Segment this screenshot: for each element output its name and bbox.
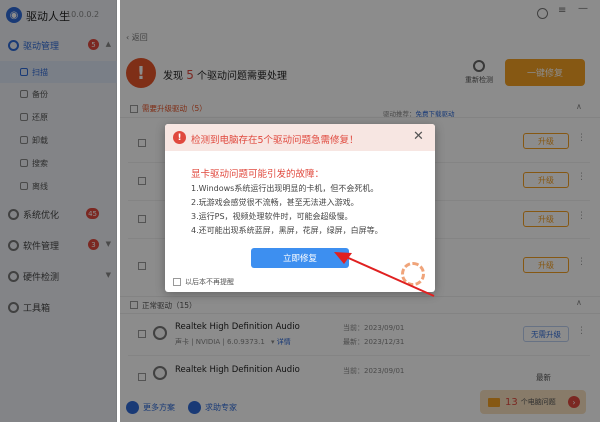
dialog-title: 检测到电脑存在5个驱动问题急需修复！ [191, 135, 359, 146]
annotation-arrow-icon [334, 252, 435, 297]
close-icon[interactable]: ✕ [413, 129, 424, 144]
sidebar-overlay [0, 0, 117, 422]
issue-line: 4.还可能出现系统蓝屏，黑屏，花屏，绿屏，白屏等。 [191, 226, 383, 235]
alert-icon: ! [173, 131, 186, 144]
issue-line: 3.运行PS，视频处理软件时，可能会超级慢。 [191, 212, 353, 221]
dont-remind-label: 以后本不再提醒 [185, 278, 234, 286]
dialog-subtitle: 显卡驱动问题可能引发的故障： [191, 169, 325, 180]
dont-remind-checkbox[interactable] [173, 278, 181, 286]
issue-line: 1.Windows系统运行出现明显的卡机，但不会死机。 [191, 184, 379, 193]
issue-line: 2.玩游戏会感觉很不流畅，甚至无法进入游戏。 [191, 198, 359, 207]
